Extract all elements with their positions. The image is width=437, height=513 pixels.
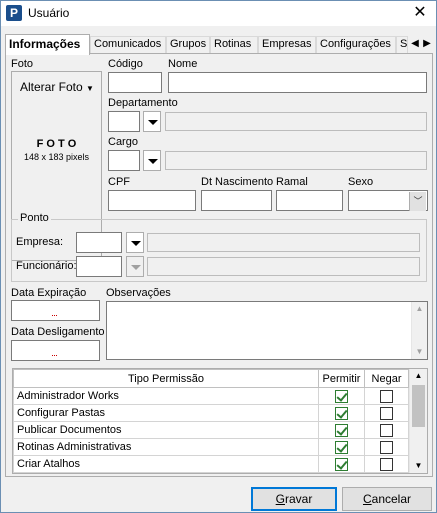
tab-strip: Informações Comunicados Grupos Rotinas E… (5, 34, 435, 55)
cargo-dropdown-button[interactable] (143, 150, 161, 171)
col-tipo-permissao[interactable]: Tipo Permissão (13, 369, 319, 388)
departamento-code-input[interactable] (108, 111, 140, 132)
scroll-down-icon[interactable]: ▼ (412, 345, 427, 359)
permission-name: Configurar Pastas (13, 404, 319, 422)
ramal-label: Ramal (276, 176, 308, 188)
negar-checkbox[interactable] (380, 423, 393, 437)
permitir-checkbox[interactable] (335, 440, 348, 454)
funcionario-code-input[interactable] (76, 256, 122, 277)
tab-grupos[interactable]: Grupos (166, 36, 210, 54)
empresa-name-field (147, 233, 420, 252)
tab-scroll-right-icon[interactable]: ▶ (421, 36, 433, 52)
tab-configuracoes[interactable]: Configurações (316, 36, 396, 54)
scroll-up-icon[interactable]: ▲ (410, 369, 427, 383)
ponto-title: Ponto (18, 212, 51, 224)
photo-placeholder-title: F O T O (36, 138, 77, 150)
empresa-dropdown-button[interactable] (126, 232, 144, 253)
ramal-input[interactable] (276, 190, 343, 211)
negar-checkbox[interactable] (380, 389, 393, 403)
observacoes-scrollbar[interactable]: ▲ ▼ (411, 302, 427, 359)
negar-checkbox[interactable] (380, 406, 393, 420)
scroll-down-icon[interactable]: ▼ (410, 459, 427, 473)
table-row[interactable]: Publicar Documentos (13, 421, 409, 439)
funcionario-dropdown-button[interactable] (126, 256, 144, 277)
funcionario-name-field (147, 257, 420, 276)
table-row[interactable]: Administrador Works (13, 387, 409, 405)
app-logo-icon: P (6, 5, 22, 21)
photo-label: Foto (11, 58, 34, 70)
ponto-group: Ponto Empresa: Funcionário: (11, 212, 427, 282)
permission-name: Rotinas Administrativas (13, 438, 319, 456)
cargo-label: Cargo (108, 136, 138, 148)
data-desligamento-input[interactable] (11, 340, 100, 361)
table-row[interactable]: Criar Atalhos (13, 455, 409, 473)
permissions-table: Tipo Permissão Permitir Negar Administra… (13, 369, 409, 473)
tab-empresas[interactable]: Empresas (258, 36, 316, 54)
dt-nascimento-label: Dt Nascimento (201, 176, 274, 188)
departamento-dropdown-button[interactable] (143, 111, 161, 132)
date-mask-marker (52, 313, 57, 316)
sexo-label: Sexo (348, 176, 374, 188)
informacoes-panel: Foto Alterar Foto ▼ F O T O 148 x 183 pi… (5, 53, 433, 477)
permitir-checkbox[interactable] (335, 406, 348, 420)
change-photo-button[interactable]: Alterar Foto ▼ (20, 80, 94, 94)
col-permitir[interactable]: Permitir (318, 369, 365, 388)
codigo-input[interactable] (108, 72, 162, 93)
cargo-name-field (165, 151, 427, 170)
observacoes-label: Observações (106, 287, 171, 299)
date-mask-marker (52, 353, 57, 356)
permissions-scrollbar[interactable]: ▲ ▼ (409, 369, 427, 473)
departamento-name-field (165, 112, 427, 131)
tab-comunicados[interactable]: Comunicados (90, 36, 166, 54)
save-button[interactable]: Gravar (251, 487, 337, 511)
permitir-checkbox[interactable] (335, 423, 348, 437)
table-header-row: Tipo Permissão Permitir Negar (13, 369, 409, 388)
empresa-code-input[interactable] (76, 232, 122, 253)
dt-nascimento-input[interactable] (201, 190, 272, 211)
empresa-label: Empresa: (16, 236, 64, 248)
tab-scroll-left-icon[interactable]: ◀ (409, 36, 421, 52)
sexo-select[interactable]: ﹀ (348, 190, 428, 211)
scroll-up-icon[interactable]: ▲ (412, 302, 427, 316)
cpf-input[interactable] (108, 190, 196, 211)
tab-rotinas[interactable]: Rotinas (210, 36, 258, 54)
departamento-label: Departamento (108, 97, 178, 109)
window-title: Usuário (28, 6, 70, 20)
table-row[interactable]: Rotinas Administrativas (13, 438, 409, 456)
col-negar[interactable]: Negar (364, 369, 409, 388)
permitir-checkbox[interactable] (335, 389, 348, 403)
data-desligamento-label: Data Desligamento (11, 326, 105, 338)
tab-partial[interactable]: S (396, 36, 408, 54)
dropdown-arrow-icon: ▼ (86, 84, 94, 93)
chevron-down-icon: ﹀ (409, 192, 426, 211)
permission-name: Administrador Works (13, 387, 319, 405)
table-row[interactable]: Configurar Pastas (13, 404, 409, 422)
nome-input[interactable] (168, 72, 427, 93)
cpf-label: CPF (108, 176, 130, 188)
data-expiracao-input[interactable] (11, 300, 100, 321)
codigo-label: Código (108, 58, 143, 70)
scrollbar-thumb[interactable] (412, 385, 425, 427)
permission-name: Criar Atalhos (13, 455, 319, 473)
permitir-checkbox[interactable] (335, 457, 348, 471)
observacoes-textarea[interactable]: ▲ ▼ (106, 301, 428, 360)
tab-informacoes[interactable]: Informações (5, 34, 90, 55)
negar-checkbox[interactable] (380, 440, 393, 454)
cancel-button[interactable]: Cancelar (342, 487, 432, 511)
cargo-code-input[interactable] (108, 150, 140, 171)
permission-name: Publicar Documentos (13, 421, 319, 439)
negar-checkbox[interactable] (380, 457, 393, 471)
funcionario-label: Funcionário: (16, 260, 77, 272)
nome-label: Nome (168, 58, 198, 70)
data-expiracao-label: Data Expiração (11, 287, 87, 299)
close-icon[interactable]: ✕ (406, 2, 434, 24)
title-bar: P Usuário ✕ (1, 1, 436, 26)
photo-placeholder-size: 148 x 183 pixels (23, 152, 90, 162)
dialog-window: P Usuário ✕ Informações Comunicados Grup… (0, 0, 437, 513)
